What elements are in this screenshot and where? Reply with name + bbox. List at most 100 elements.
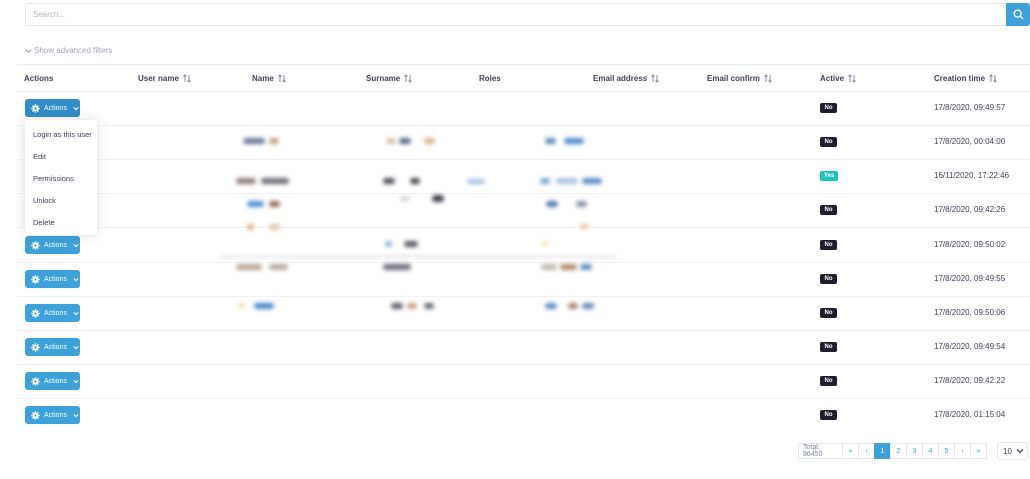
last-page-button[interactable]: » bbox=[970, 443, 987, 459]
search-input[interactable] bbox=[25, 3, 1006, 26]
actions-button-label: Actions bbox=[44, 377, 67, 385]
gear-icon bbox=[31, 376, 40, 386]
actions-button[interactable]: Actions bbox=[25, 304, 80, 322]
gear-icon bbox=[31, 240, 40, 250]
sort-icon bbox=[404, 74, 413, 83]
table-row: No 17/8/2020, 09:42:26 bbox=[17, 194, 1030, 228]
redacted-cell bbox=[269, 138, 279, 144]
redacted-cell bbox=[261, 178, 289, 184]
sort-icon bbox=[764, 74, 772, 83]
redacted-cell bbox=[576, 201, 587, 207]
page-4-button[interactable]: 4 bbox=[922, 443, 939, 459]
menu-item-unlock[interactable]: Unlock bbox=[33, 196, 56, 205]
column-label: User name bbox=[138, 74, 179, 83]
redacted-cell bbox=[385, 241, 392, 247]
creation-time: 17/8/2020, 09:50:02 bbox=[934, 240, 1006, 249]
actions-button-label: Actions bbox=[44, 343, 67, 351]
redacted-cell bbox=[399, 138, 411, 144]
page-size-select[interactable]: 10 bbox=[997, 442, 1028, 460]
creation-time: 17/8/2020, 09:49:57 bbox=[934, 103, 1006, 112]
column-header-email-address[interactable]: Email address bbox=[593, 74, 660, 83]
redacted-cell bbox=[556, 178, 578, 184]
search-button[interactable] bbox=[1006, 3, 1030, 26]
creation-time: 17/8/2020, 09:42:22 bbox=[934, 376, 1006, 385]
column-header-actions: Actions bbox=[24, 74, 53, 83]
next-page-button[interactable]: › bbox=[954, 443, 971, 459]
column-label: Creation time bbox=[934, 74, 986, 83]
status-badge: No bbox=[820, 103, 837, 113]
status-badge: No bbox=[820, 137, 837, 147]
table-row: Actions No 17/8/2020, 09:50:06 bbox=[17, 297, 1030, 331]
sort-icon bbox=[848, 74, 856, 83]
actions-button-label: Actions bbox=[44, 241, 67, 249]
table-header: Actions User name Name Surname Roles Ema… bbox=[17, 64, 1030, 92]
chevron-down-icon bbox=[1016, 449, 1024, 454]
table-row: Actions No 17/8/2020, 09:42:22 bbox=[17, 365, 1030, 399]
actions-button-label: Actions bbox=[44, 275, 67, 283]
search-icon bbox=[1012, 9, 1024, 20]
redacted-divider bbox=[221, 255, 616, 258]
page-2-button[interactable]: 2 bbox=[890, 443, 907, 459]
redacted-cell bbox=[386, 138, 396, 144]
sort-icon bbox=[183, 74, 191, 83]
menu-item-login-as-user[interactable]: Login as this user bbox=[33, 130, 92, 139]
gear-icon bbox=[31, 274, 40, 284]
redacted-cell bbox=[545, 138, 556, 144]
creation-time: 17/8/2020, 01:15:04 bbox=[934, 410, 1006, 419]
first-page-button[interactable]: « bbox=[842, 443, 859, 459]
menu-item-delete[interactable]: Delete bbox=[33, 218, 55, 227]
actions-button[interactable]: Actions bbox=[25, 406, 80, 424]
column-header-creation-time[interactable]: Creation time bbox=[934, 74, 997, 83]
actions-button[interactable]: Actions bbox=[25, 270, 80, 288]
redacted-cell bbox=[407, 303, 417, 309]
prev-page-button[interactable]: ‹ bbox=[858, 443, 875, 459]
gear-icon bbox=[31, 342, 40, 352]
table-row: No 17/8/2020, 00:04:00 bbox=[17, 126, 1030, 160]
menu-item-edit[interactable]: Edit bbox=[33, 152, 46, 161]
actions-button[interactable]: Actions bbox=[25, 236, 80, 254]
actions-button-label: Actions bbox=[44, 104, 67, 112]
redacted-cell bbox=[238, 303, 245, 308]
search-bar bbox=[25, 3, 1030, 26]
redacted-cell bbox=[243, 138, 265, 144]
pagination: Total: 86450 « ‹ 1 2 3 4 5 › » bbox=[798, 443, 987, 459]
table-row: Actions No 17/8/2020, 09:49:55 bbox=[17, 263, 1030, 297]
creation-time: 17/8/2020, 00:04:00 bbox=[934, 137, 1006, 146]
actions-button[interactable]: Actions bbox=[25, 99, 80, 117]
status-badge: No bbox=[820, 308, 837, 318]
redacted-cell bbox=[582, 303, 594, 309]
column-header-name[interactable]: Name bbox=[252, 74, 286, 83]
page-3-button[interactable]: 3 bbox=[906, 443, 923, 459]
actions-button[interactable]: Actions bbox=[25, 372, 80, 390]
redacted-cell bbox=[247, 201, 264, 207]
page-1-button[interactable]: 1 bbox=[874, 443, 891, 459]
advanced-filters-label: Show advanced filters bbox=[34, 46, 113, 55]
sort-icon bbox=[989, 74, 997, 83]
column-header-user-name[interactable]: User name bbox=[138, 74, 191, 83]
redacted-cell bbox=[391, 303, 403, 309]
page-5-button[interactable]: 5 bbox=[938, 443, 955, 459]
column-label: Active bbox=[820, 74, 845, 83]
redacted-cell bbox=[410, 178, 420, 184]
column-header-active[interactable]: Active bbox=[820, 74, 856, 83]
redacted-cell bbox=[383, 264, 411, 270]
actions-button-label: Actions bbox=[44, 309, 67, 317]
redacted-cell bbox=[564, 138, 584, 144]
column-header-surname[interactable]: Surname bbox=[366, 74, 413, 83]
advanced-filters-toggle[interactable]: Show advanced filters bbox=[25, 46, 112, 55]
table-row: Actions No 17/8/2020, 09:49:54 bbox=[17, 331, 1030, 365]
menu-item-permissions[interactable]: Permissions bbox=[33, 174, 74, 183]
table-row: Actions No 17/8/2020, 09:49:57 bbox=[17, 92, 1030, 126]
redacted-cell bbox=[542, 241, 548, 246]
chevron-down-icon bbox=[73, 379, 79, 383]
chevron-down-icon bbox=[73, 345, 79, 349]
actions-button[interactable]: Actions bbox=[25, 338, 80, 356]
redacted-cell bbox=[424, 138, 435, 144]
actions-dropdown-menu: Login as this user Edit Permissions Unlo… bbox=[25, 120, 97, 235]
redacted-cell bbox=[560, 264, 577, 270]
redacted-cell bbox=[254, 303, 274, 309]
column-label: Actions bbox=[24, 74, 54, 83]
column-header-email-confirm[interactable]: Email confirm bbox=[707, 74, 772, 83]
chevron-down-icon bbox=[73, 277, 79, 281]
redacted-cell bbox=[383, 178, 395, 184]
